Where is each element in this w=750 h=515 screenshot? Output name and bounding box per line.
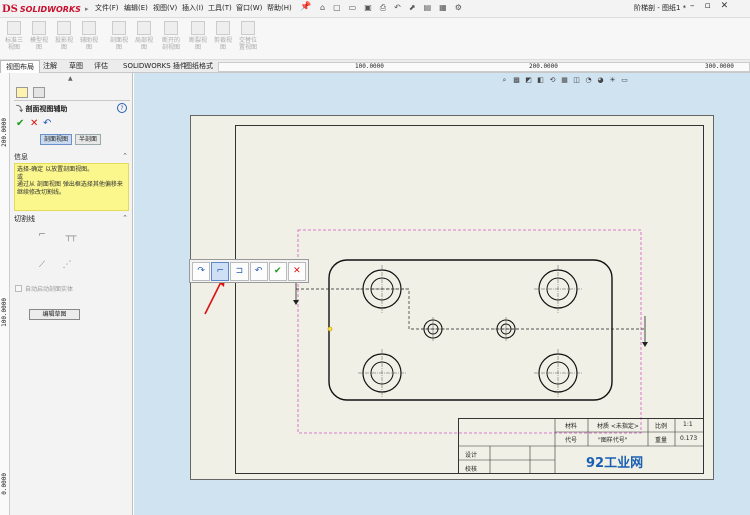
design-label: 设计 [465,452,478,459]
scale-value: 1:1 [683,421,693,428]
arc-offset-icon[interactable]: ↷ [192,261,211,281]
site-watermark: 92工业网 [586,456,644,471]
cancel-x-icon[interactable]: ✕ [287,261,307,281]
cutting-line[interactable] [296,288,645,330]
arrow-head [642,342,648,347]
part-outline[interactable] [328,259,613,401]
hole-bottom-right[interactable] [534,349,582,397]
undo-offset-icon[interactable]: ↶ [249,261,268,281]
single-offset-icon[interactable]: ⌐ [211,261,230,281]
confirm-check-icon[interactable]: ✔ [268,261,287,281]
code-value: "图样代号" [598,437,628,444]
scale-label: 比例 [655,423,668,430]
hole-bottom-left[interactable] [358,349,406,397]
title-block [458,418,704,474]
material-value: 材质 <未指定> [597,423,639,430]
section-view-popup-toolbar: ↷ ⌐ ⊐ ↶ ✔ ✕ [189,259,309,283]
weight-label: 重量 [655,437,668,444]
check-label: 校核 [465,466,478,473]
cut-endpoint-handle[interactable] [327,326,333,332]
hole-top-right[interactable] [534,265,582,313]
material-label: 材料 [565,423,578,430]
code-label: 代号 [565,437,578,444]
notch-offset-icon[interactable]: ⊐ [230,261,249,281]
weight-value: 0.173 [680,435,698,442]
annotation-arrow [204,281,222,315]
